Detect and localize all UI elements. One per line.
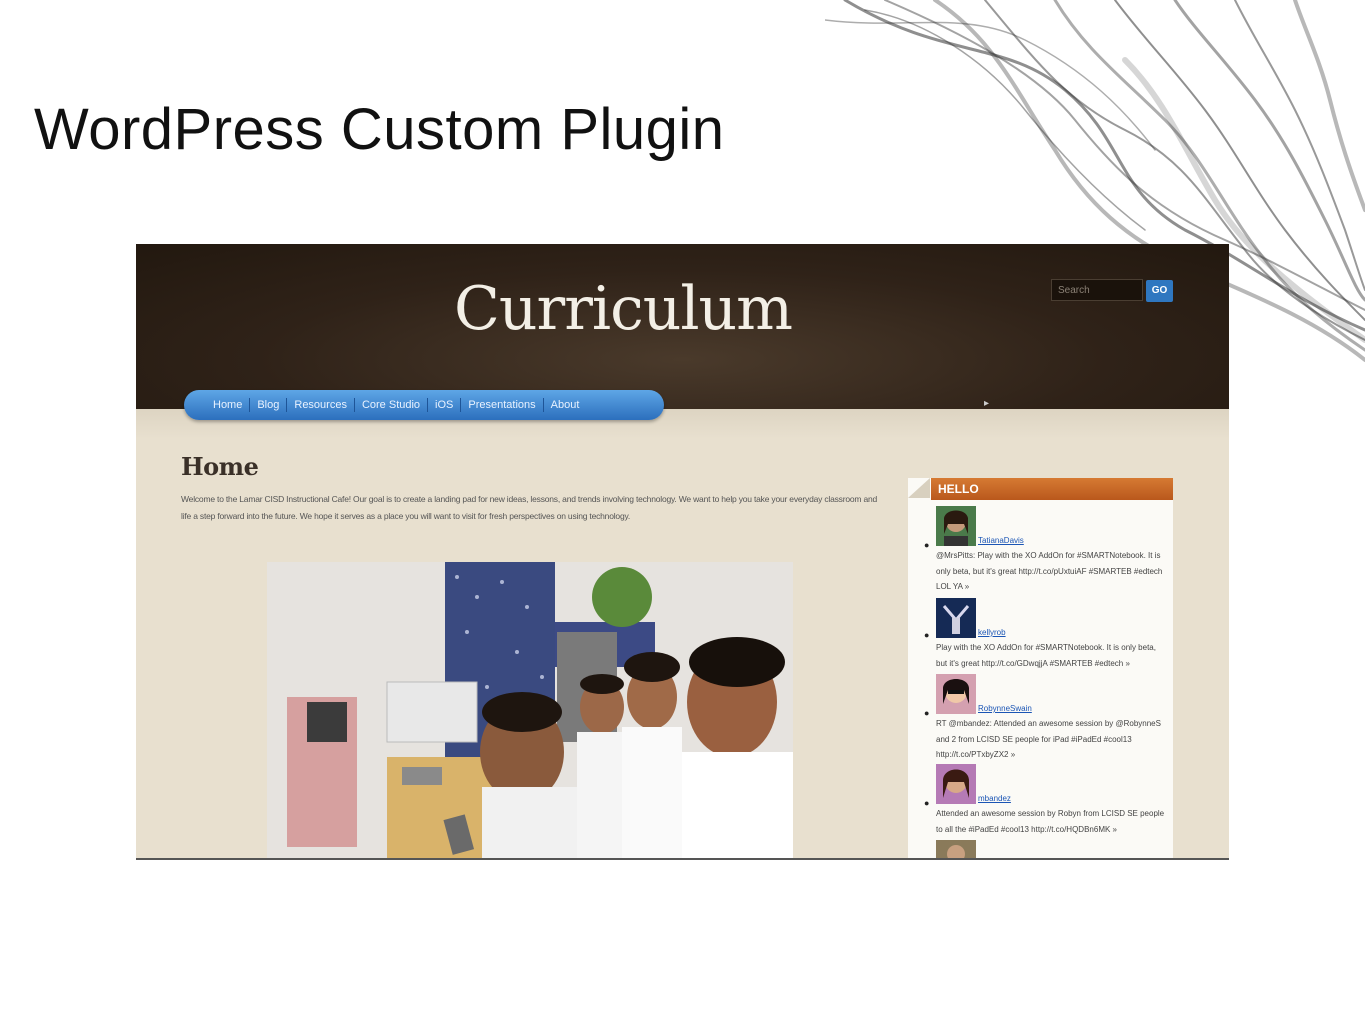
avatar[interactable] bbox=[936, 506, 976, 546]
tweet-handle[interactable]: mbandez bbox=[978, 794, 1011, 803]
tweet-text: RT @mbandez: Attended an awesome session… bbox=[936, 719, 1161, 759]
main-navigation: Home Blog Resources Core Studio iOS Pres… bbox=[184, 390, 664, 420]
nav-ios[interactable]: iOS bbox=[428, 398, 462, 412]
slide-title: WordPress Custom Plugin bbox=[34, 97, 725, 162]
avatar[interactable] bbox=[936, 764, 976, 804]
page-heading: Home bbox=[181, 452, 259, 481]
tweet-handle[interactable]: RobynneSwain bbox=[978, 704, 1032, 713]
intro-text: Welcome to the Lamar CISD Instructional … bbox=[181, 494, 878, 521]
search-go-button[interactable]: GO bbox=[1146, 280, 1173, 302]
mouse-cursor-icon: ▸ bbox=[984, 398, 990, 409]
nav-home[interactable]: Home bbox=[206, 398, 251, 412]
sidebar-fold bbox=[908, 478, 930, 498]
tweet-text: @MrsPitts: Play with the XO AddOn for #S… bbox=[936, 551, 1163, 591]
widget-title: HELLO bbox=[931, 478, 1173, 500]
tweet-text: Play with the XO AddOn for #SMARTNoteboo… bbox=[936, 643, 1156, 668]
site-logo[interactable]: Curriculum bbox=[454, 274, 793, 344]
nav-blog[interactable]: Blog bbox=[250, 398, 288, 412]
tweet-handle[interactable]: kellyrob bbox=[978, 628, 1006, 637]
tweet-handle[interactable]: TatianaDavis bbox=[978, 536, 1024, 545]
nav-resources[interactable]: Resources bbox=[287, 398, 355, 412]
nav-core-studio[interactable]: Core Studio bbox=[355, 398, 429, 412]
tweet-item: ● RobynneSwain RT @mbandez: Attended an … bbox=[922, 674, 1168, 764]
avatar[interactable] bbox=[936, 598, 976, 638]
classroom-photo bbox=[267, 562, 793, 858]
website-screenshot: Curriculum Search GO ▸ Home Blog Resourc… bbox=[136, 244, 1229, 860]
tweet-item: ● TatianaDavis @MrsPitts: Play with the … bbox=[922, 506, 1168, 596]
nav-about[interactable]: About bbox=[544, 398, 587, 412]
nav-presentations[interactable]: Presentations bbox=[461, 398, 544, 412]
tweet-item: ● kellyrob Play with the XO AddOn for #S… bbox=[922, 598, 1168, 678]
tweet-text: Attended an awesome session by Robyn fro… bbox=[936, 809, 1165, 834]
search-input[interactable]: Search bbox=[1051, 279, 1143, 301]
avatar[interactable] bbox=[936, 674, 976, 714]
avatar[interactable] bbox=[936, 840, 976, 858]
